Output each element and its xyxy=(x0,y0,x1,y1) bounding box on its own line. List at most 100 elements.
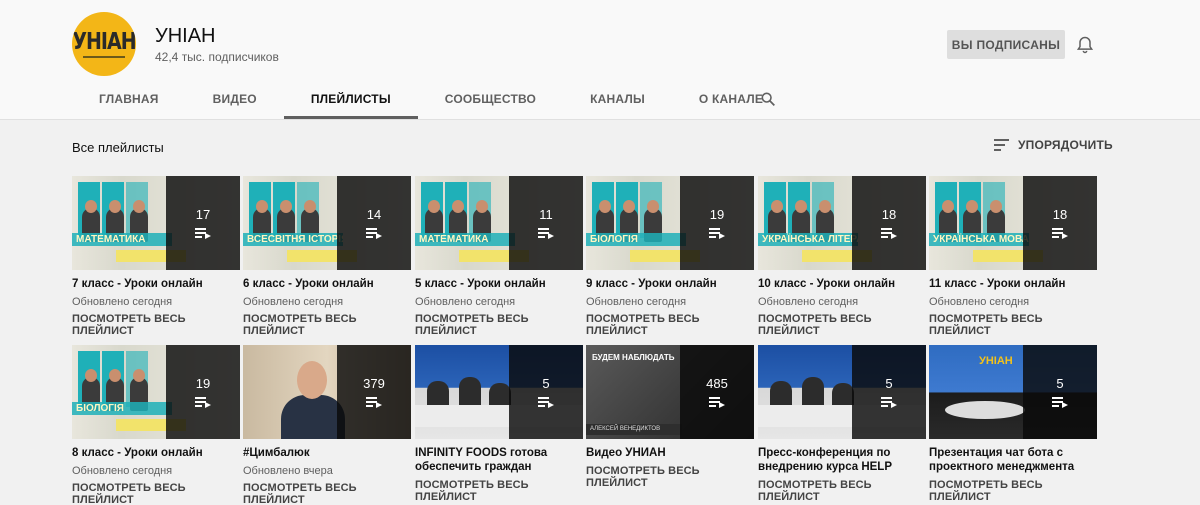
video-count-overlay[interactable]: 5 xyxy=(1023,345,1097,439)
playlist-updated: Обновлено вчера xyxy=(243,465,333,477)
view-full-playlist-link[interactable]: ПОСМОТРЕТЬ ВЕСЬ ПЛЕЙЛИСТ xyxy=(72,482,240,505)
playlist-card[interactable]: МАТЕМАТИКА 17 7 класс - Уроки онлайн Обновл… xyxy=(72,176,240,337)
video-count: 379 xyxy=(363,375,385,391)
playlist-icon xyxy=(1052,396,1068,408)
playlist-thumbnail[interactable]: УКРАЇНСЬКА МОВА 18 xyxy=(929,176,1097,270)
video-count: 19 xyxy=(195,375,211,391)
tab-4[interactable]: КАНАЛЫ xyxy=(563,80,672,118)
video-count: 19 xyxy=(709,206,725,222)
tab-1[interactable]: ВИДЕО xyxy=(186,80,284,118)
video-count: 5 xyxy=(885,375,893,391)
playlist-thumbnail[interactable]: 5 xyxy=(415,345,583,439)
video-count: 5 xyxy=(542,375,550,391)
video-count-overlay[interactable]: 19 xyxy=(680,176,754,270)
playlist-title[interactable]: 8 класс - Уроки онлайн xyxy=(72,446,240,460)
thumb-logo: УНІАН xyxy=(979,355,1013,367)
subject-band: ВСЕСВІТНЯ ІСТОРІЯ xyxy=(243,233,343,246)
playlist-card[interactable]: УНІАН 5 Презентация чат бота с проектного … xyxy=(929,345,1097,503)
playlist-updated: Обновлено сегодня xyxy=(243,296,344,308)
playlist-thumbnail[interactable]: УНІАН 5 xyxy=(929,345,1097,439)
playlist-title[interactable]: 7 класс - Уроки онлайн xyxy=(72,277,240,291)
playlist-card[interactable]: УКРАЇНСЬКА ЛІТЕРАТУРА 18 10 класс - Уроки … xyxy=(758,176,926,337)
playlist-updated: Обновлено сегодня xyxy=(415,296,516,308)
video-count-overlay[interactable]: 11 xyxy=(509,176,583,270)
video-count-overlay[interactable]: 379 xyxy=(337,345,411,439)
playlist-title[interactable]: 5 класс - Уроки онлайн xyxy=(415,277,583,291)
tab-2[interactable]: ПЛЕЙЛИСТЫ xyxy=(283,80,418,119)
view-full-playlist-link[interactable]: ПОСМОТРЕТЬ ВЕСЬ ПЛЕЙЛИСТ xyxy=(586,313,754,337)
playlist-card[interactable]: ВСЕСВІТНЯ ІСТОРІЯ 14 6 класс - Уроки онлай… xyxy=(243,176,411,337)
subscribed-button[interactable]: ВЫ ПОДПИСАНЫ xyxy=(947,30,1065,59)
subject-band: УКРАЇНСЬКА МОВА xyxy=(929,233,1029,246)
thumb-caption: БУДЕМ НАБЛЮДАТЬ xyxy=(592,353,675,362)
playlist-title[interactable]: 9 класс - Уроки онлайн xyxy=(586,277,754,291)
playlist-updated: Обновлено сегодня xyxy=(72,465,173,477)
video-count-overlay[interactable]: 19 xyxy=(166,345,240,439)
view-full-playlist-link[interactable]: ПОСМОТРЕТЬ ВЕСЬ ПЛЕЙЛИСТ xyxy=(415,313,583,337)
channel-header: УНІАН УНІАН 42,4 тыс. подписчиков ВЫ ПОД… xyxy=(0,0,1200,120)
playlist-thumbnail[interactable]: БУДЕМ НАБЛЮДАТЬ АЛЕКСЕЙ ВЕНЕДИКТОВ 485 xyxy=(586,345,754,439)
playlist-card[interactable]: 379 #Цимбалюк Обновлено вчера ПОСМОТРЕТЬ ВЕ… xyxy=(243,345,411,505)
view-full-playlist-link[interactable]: ПОСМОТРЕТЬ ВЕСЬ ПЛЕЙЛИСТ xyxy=(929,479,1097,503)
sort-button[interactable]: УПОРЯДОЧИТЬ xyxy=(994,138,1113,152)
playlist-thumbnail[interactable]: МАТЕМАТИКА 17 xyxy=(72,176,240,270)
playlist-thumbnail[interactable]: БІОЛОГІЯ 19 xyxy=(72,345,240,439)
logo-text: УНІАН xyxy=(72,28,136,55)
video-count: 17 xyxy=(195,206,211,222)
view-full-playlist-link[interactable]: ПОСМОТРЕТЬ ВЕСЬ ПЛЕЙЛИСТ xyxy=(243,313,411,337)
view-full-playlist-link[interactable]: ПОСМОТРЕТЬ ВЕСЬ ПЛЕЙЛИСТ xyxy=(758,479,926,503)
playlist-thumbnail[interactable]: ВСЕСВІТНЯ ІСТОРІЯ 14 xyxy=(243,176,411,270)
playlist-thumbnail[interactable]: МАТЕМАТИКА 11 xyxy=(415,176,583,270)
playlist-thumbnail[interactable]: УКРАЇНСЬКА ЛІТЕРАТУРА 18 xyxy=(758,176,926,270)
playlist-card[interactable]: 5 Пресс-конференция по внедрению курса HE… xyxy=(758,345,926,503)
playlist-title[interactable]: 6 класс - Уроки онлайн xyxy=(243,277,411,291)
search-icon[interactable] xyxy=(760,91,776,107)
video-count-overlay[interactable]: 18 xyxy=(1023,176,1097,270)
playlist-thumbnail[interactable]: 5 xyxy=(758,345,926,439)
playlist-updated: Обновлено сегодня xyxy=(586,296,687,308)
playlist-title[interactable]: INFINITY FOODS готова обеспечить граждан… xyxy=(415,446,583,474)
playlist-icon xyxy=(538,396,554,408)
playlist-title[interactable]: 11 класс - Уроки онлайн xyxy=(929,277,1097,291)
video-count-overlay[interactable]: 17 xyxy=(166,176,240,270)
video-count-overlay[interactable]: 5 xyxy=(509,345,583,439)
playlist-title[interactable]: Презентация чат бота с проектного менедж… xyxy=(929,446,1097,474)
subject-band: МАТЕМАТИКА xyxy=(72,233,172,246)
playlist-card[interactable]: БІОЛОГІЯ 19 9 класс - Уроки онлайн Обновлен… xyxy=(586,176,754,337)
video-count: 5 xyxy=(1056,375,1064,391)
view-full-playlist-link[interactable]: ПОСМОТРЕТЬ ВЕСЬ ПЛЕЙЛИСТ xyxy=(243,482,411,505)
playlist-icon xyxy=(366,396,382,408)
playlist-thumbnail[interactable]: 379 xyxy=(243,345,411,439)
video-count-overlay[interactable]: 485 xyxy=(680,345,754,439)
playlist-icon xyxy=(538,227,554,239)
tab-0[interactable]: ГЛАВНАЯ xyxy=(72,80,186,118)
channel-name[interactable]: УНІАН xyxy=(155,25,216,48)
playlist-title[interactable]: #Цимбалюк xyxy=(243,446,411,460)
playlist-card[interactable]: УКРАЇНСЬКА МОВА 18 11 класс - Уроки онлайн… xyxy=(929,176,1097,337)
view-full-playlist-link[interactable]: ПОСМОТРЕТЬ ВЕСЬ ПЛЕЙЛИСТ xyxy=(415,479,583,503)
video-count-overlay[interactable]: 14 xyxy=(337,176,411,270)
channel-logo[interactable]: УНІАН xyxy=(72,12,136,76)
playlist-card[interactable]: БІОЛОГІЯ 19 8 класс - Уроки онлайн Обновлен… xyxy=(72,345,240,505)
playlist-title[interactable]: 10 класс - Уроки онлайн xyxy=(758,277,926,291)
playlist-card[interactable]: БУДЕМ НАБЛЮДАТЬ АЛЕКСЕЙ ВЕНЕДИКТОВ 485 Виде… xyxy=(586,345,754,489)
playlist-icon xyxy=(1052,227,1068,239)
view-full-playlist-link[interactable]: ПОСМОТРЕТЬ ВЕСЬ ПЛЕЙЛИСТ xyxy=(758,313,926,337)
playlist-card[interactable]: 5 INFINITY FOODS готова обеспечить гражда… xyxy=(415,345,583,503)
subscriber-count: 42,4 тыс. подписчиков xyxy=(155,50,279,64)
playlist-card[interactable]: МАТЕМАТИКА 11 5 класс - Уроки онлайн Обновл… xyxy=(415,176,583,337)
view-full-playlist-link[interactable]: ПОСМОТРЕТЬ ВЕСЬ ПЛЕЙЛИСТ xyxy=(72,313,240,337)
playlist-thumbnail[interactable]: БІОЛОГІЯ 19 xyxy=(586,176,754,270)
view-full-playlist-link[interactable]: ПОСМОТРЕТЬ ВЕСЬ ПЛЕЙЛИСТ xyxy=(929,313,1097,337)
bell-icon[interactable] xyxy=(1075,35,1095,55)
playlist-icon xyxy=(366,227,382,239)
video-count: 14 xyxy=(366,206,382,222)
tab-3[interactable]: СООБЩЕСТВО xyxy=(418,80,563,118)
playlist-icon xyxy=(881,396,897,408)
playlist-title[interactable]: Пресс-конференция по внедрению курса HEL… xyxy=(758,446,926,474)
video-count-overlay[interactable]: 18 xyxy=(852,176,926,270)
logo-underline xyxy=(83,55,125,58)
playlist-title[interactable]: Видео УНИАН xyxy=(586,446,754,460)
view-full-playlist-link[interactable]: ПОСМОТРЕТЬ ВЕСЬ ПЛЕЙЛИСТ xyxy=(586,465,754,489)
video-count-overlay[interactable]: 5 xyxy=(852,345,926,439)
